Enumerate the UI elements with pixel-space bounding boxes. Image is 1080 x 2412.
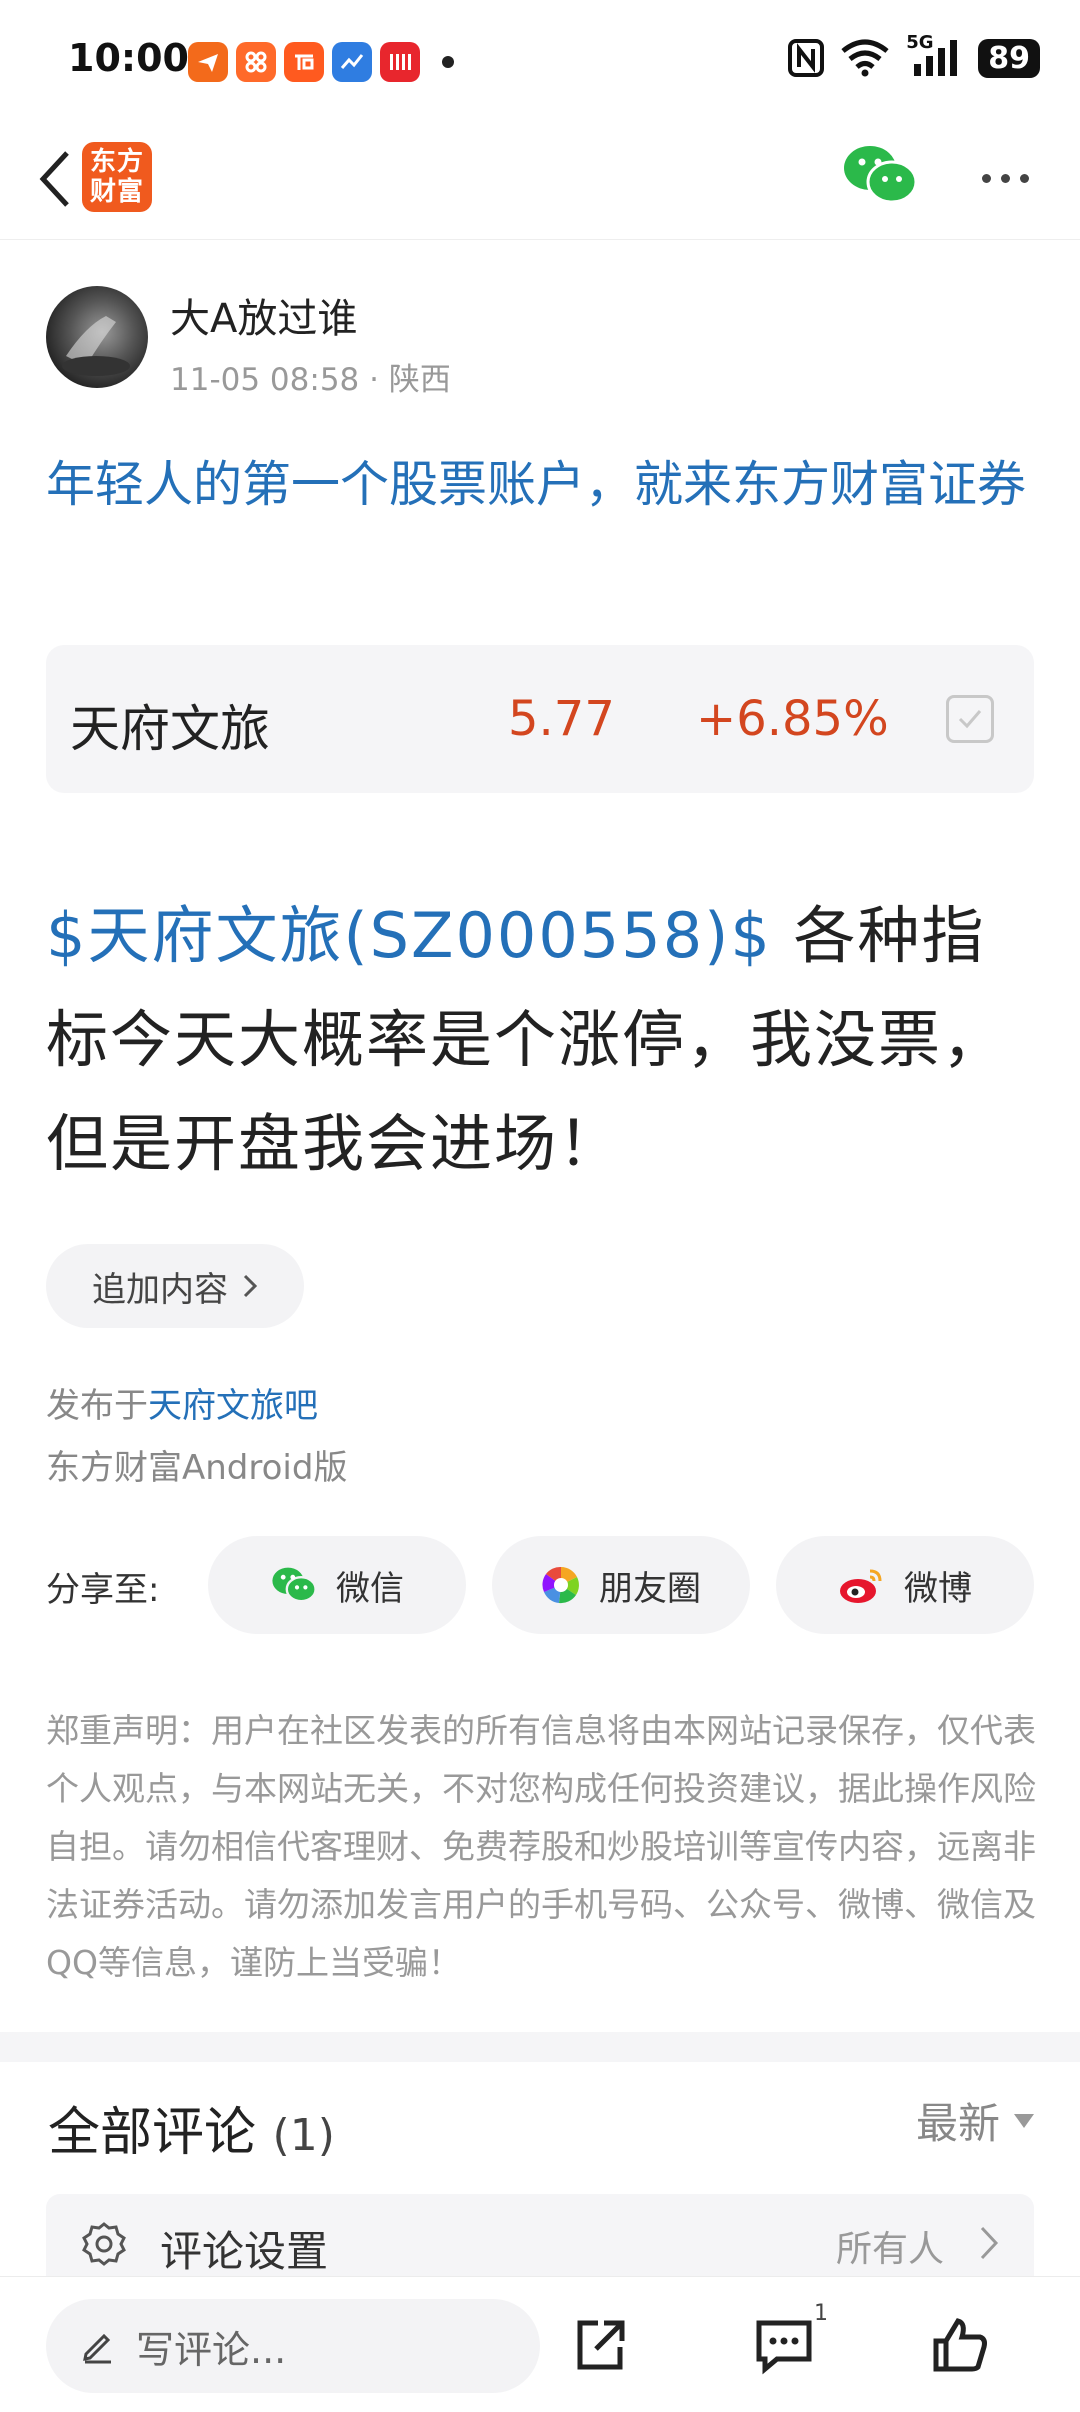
append-content-button[interactable]: 追加内容 xyxy=(46,1244,304,1328)
app-orange-grid-icon xyxy=(236,42,276,82)
notification-icons xyxy=(188,42,454,82)
thumbs-up-icon xyxy=(933,2318,987,2372)
weibo-icon xyxy=(840,1569,882,1603)
publish-forum-line: 发布于天府文旅吧 xyxy=(46,1378,318,1427)
stock-tag-link[interactable]: $天府文旅(SZ000558)$ xyxy=(46,899,772,972)
publish-prefix: 发布于 xyxy=(46,1386,148,1426)
stock-quote-card[interactable]: 天府文旅 5.77 +6.85% xyxy=(46,645,1034,793)
share-label: 分享至: xyxy=(46,1570,160,1610)
more-options-button[interactable] xyxy=(970,150,1040,206)
stock-price: 5.77 xyxy=(508,691,615,747)
client-version: 东方财富Android版 xyxy=(46,1448,348,1488)
taobao-icon xyxy=(284,42,324,82)
comments-title: 全部评论 xyxy=(48,2103,257,2163)
post-body: $天府文旅(SZ000558)$ 各种指标今天大概率是个涨停，我没票，但是开盘我… xyxy=(46,884,1036,1196)
append-content-label: 追加内容 xyxy=(92,1269,228,1310)
ad-title-link[interactable]: 年轻人的第一个股票账户，就来东方财富证券 xyxy=(46,446,1036,524)
author-avatar[interactable] xyxy=(46,286,148,388)
post-location: · 陕西 xyxy=(369,362,451,398)
post-meta: 11-05 08:58 · 陕西 xyxy=(170,354,451,399)
add-watchlist-checkbox[interactable] xyxy=(946,695,994,743)
pencil-icon xyxy=(83,2333,111,2364)
share-moments-label: 朋友圈 xyxy=(599,1568,701,1609)
caret-down-icon xyxy=(1014,2113,1034,2128)
back-button[interactable] xyxy=(20,144,90,214)
cellular-signal-icon: 5G xyxy=(906,32,962,78)
system-icons: 5G 89 xyxy=(788,32,1040,78)
comment-count-badge: 1 xyxy=(814,2301,828,2326)
chevron-left-icon xyxy=(39,151,69,207)
comment-settings-label: 评论设置 xyxy=(160,2227,329,2276)
comments-sort-dropdown[interactable]: 最新 xyxy=(916,2090,1034,2151)
stock-name: 天府文旅 xyxy=(70,700,270,758)
logo-line1: 东方 xyxy=(89,147,144,177)
like-button[interactable] xyxy=(922,2307,998,2383)
gear-icon xyxy=(82,2222,126,2266)
sort-label: 最新 xyxy=(915,2099,1000,2148)
app-orange-plane-icon xyxy=(188,42,228,82)
post-time: 11-05 08:58 xyxy=(170,362,360,398)
eastmoney-logo[interactable]: 东方 财富 xyxy=(82,142,152,212)
check-icon xyxy=(958,710,982,729)
share-wechat-button[interactable]: 微信 xyxy=(208,1536,466,1634)
double11-icon xyxy=(380,42,420,82)
share-weibo-button[interactable]: 微博 xyxy=(776,1536,1034,1634)
nfc-icon xyxy=(788,39,825,77)
more-dot-icon xyxy=(1019,173,1029,183)
app-header: 东方 财富 xyxy=(0,120,1080,240)
status-bar: 10:00 5G 89 xyxy=(0,0,1080,120)
section-divider xyxy=(0,2032,1080,2062)
comment-bubble-icon xyxy=(756,2320,812,2375)
comments-count: (1) xyxy=(272,2110,335,2161)
share-out-icon xyxy=(577,2320,625,2370)
share-wechat-label: 微信 xyxy=(336,1568,404,1609)
share-weibo-label: 微博 xyxy=(904,1568,972,1609)
chevron-right-icon xyxy=(243,1274,258,1298)
app-blue-chart-icon xyxy=(332,42,372,82)
more-dot-icon xyxy=(1000,173,1010,183)
comment-settings-value: 所有人 xyxy=(835,2229,944,2270)
comment-placeholder: 写评论... xyxy=(136,2327,287,2372)
share-moments-button[interactable]: 朋友圈 xyxy=(492,1536,750,1634)
wechat-share-button[interactable] xyxy=(840,142,920,212)
wechat-icon xyxy=(272,1567,317,1603)
comments-header: 全部评论 (1) xyxy=(48,2090,335,2165)
status-time: 10:00 xyxy=(68,36,189,80)
forum-link[interactable]: 天府文旅吧 xyxy=(148,1386,318,1426)
legal-disclaimer: 郑重声明：用户在社区发表的所有信息将由本网站记录保存，仅代表个人观点，与本网站无… xyxy=(46,1711,1036,1982)
bottom-action-bar: 写评论... 1 xyxy=(0,2276,1080,2412)
logo-line2: 财富 xyxy=(89,177,144,207)
moments-aperture-icon xyxy=(542,1566,579,1604)
chevron-right-icon xyxy=(980,2226,999,2260)
more-dot-icon xyxy=(981,173,991,183)
author-name[interactable]: 大A放过谁 xyxy=(170,286,357,344)
more-notifications-dot xyxy=(442,56,454,68)
wifi-icon xyxy=(841,39,889,77)
share-button[interactable] xyxy=(562,2307,638,2383)
battery-indicator: 89 xyxy=(978,38,1040,78)
wechat-icon xyxy=(844,146,918,204)
stock-change-percent: +6.85% xyxy=(696,691,889,747)
write-comment-input[interactable]: 写评论... xyxy=(46,2299,540,2393)
comments-button[interactable]: 1 xyxy=(746,2301,828,2383)
